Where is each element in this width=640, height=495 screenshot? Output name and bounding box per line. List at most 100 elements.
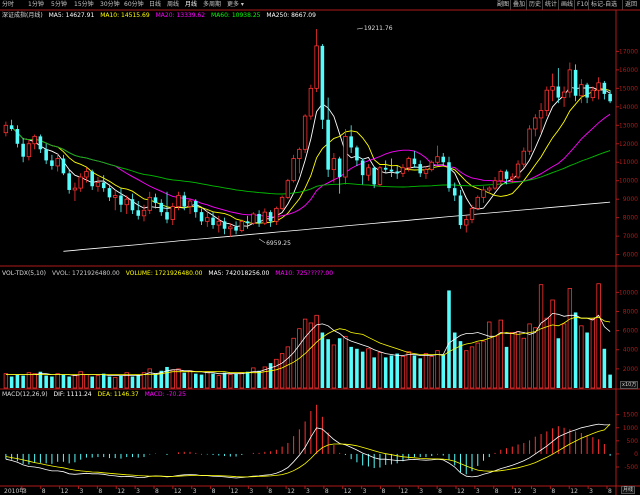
volume-bar bbox=[377, 352, 383, 389]
volume-bar bbox=[147, 368, 152, 389]
price-annotations: 19211.76 6959.25 bbox=[258, 25, 393, 247]
volume-bar bbox=[245, 371, 250, 388]
time-tick-label: 3 bbox=[419, 488, 423, 495]
candle-body bbox=[90, 171, 94, 187]
ma10-label: MA10: 14515.69 bbox=[100, 12, 150, 19]
tab-more[interactable]: 更多 ▾ bbox=[227, 1, 244, 9]
time-tick-label: 3 bbox=[476, 488, 480, 495]
price-tick-label: 8000 bbox=[623, 215, 638, 222]
candle-body bbox=[429, 161, 434, 171]
price-tick-label: 15000 bbox=[619, 85, 638, 92]
candle-body bbox=[279, 196, 285, 209]
tab-15min[interactable]: 15分钟 bbox=[74, 1, 94, 9]
dea-label: DEA: 1146.37 bbox=[97, 391, 139, 398]
tab-weekly[interactable]: 周线 bbox=[167, 1, 179, 9]
candle-body bbox=[326, 119, 330, 170]
candle-body bbox=[55, 158, 60, 167]
tab-multi-period[interactable]: 多周期 bbox=[203, 1, 221, 9]
candle-body bbox=[159, 202, 164, 213]
tab-5min[interactable]: 5分钟 bbox=[51, 1, 67, 9]
volume-bar bbox=[159, 370, 164, 388]
candle-body bbox=[435, 156, 440, 163]
volume-bar bbox=[383, 357, 388, 388]
tab-intraday[interactable]: 分时 bbox=[2, 1, 14, 9]
volume-bar bbox=[331, 344, 337, 389]
volume-bar bbox=[395, 353, 399, 388]
volume-bar bbox=[182, 372, 187, 388]
overlay-button[interactable]: 叠加 bbox=[513, 1, 525, 9]
candle-body bbox=[320, 45, 325, 120]
divider bbox=[558, 0, 559, 10]
tab-daily[interactable]: 日线 bbox=[149, 1, 161, 9]
annotation-pointer bbox=[258, 238, 266, 244]
candle-body bbox=[67, 173, 71, 190]
mark-button[interactable]: 标记 bbox=[591, 1, 603, 9]
volume-bar bbox=[452, 332, 457, 388]
volume-bar bbox=[205, 371, 210, 389]
macd-title[interactable]: MACD(12,26,9) bbox=[2, 391, 48, 398]
candle-body bbox=[187, 200, 193, 207]
dif-line bbox=[5, 423, 611, 479]
volume-bar bbox=[257, 370, 261, 388]
candle-body bbox=[314, 45, 319, 89]
candle-body bbox=[492, 180, 498, 189]
divider bbox=[542, 0, 543, 10]
vol-title[interactable]: VOL-TDX(5,10) bbox=[2, 270, 46, 277]
volume-bar bbox=[239, 372, 245, 389]
ma5-label: MA5: 14627.91 bbox=[48, 12, 95, 19]
time-tick-label: 12 bbox=[117, 488, 125, 495]
volume-bar bbox=[211, 373, 215, 388]
vol-ma5-line bbox=[5, 312, 611, 377]
ma60-line bbox=[11, 126, 611, 195]
history-button[interactable]: 历史 bbox=[529, 1, 541, 9]
volume-bar bbox=[297, 328, 302, 389]
ma250-line bbox=[63, 201, 611, 252]
time-tick-label: 3 bbox=[363, 488, 367, 495]
candle-body bbox=[561, 91, 567, 98]
f10-button[interactable]: F10 bbox=[577, 1, 588, 9]
back-button[interactable]: 返回 bbox=[625, 1, 637, 9]
macd-histogram bbox=[5, 404, 611, 475]
candle-body bbox=[573, 69, 578, 96]
volume-label: VOLUME: 1721926480.00 bbox=[125, 270, 203, 277]
candle-body bbox=[176, 195, 181, 207]
statistics-button[interactable]: 统计 bbox=[545, 1, 557, 9]
tab-30min[interactable]: 30分钟 bbox=[100, 1, 120, 9]
stock-chart[interactable]: 19211.766959.25 600070008000900010000110… bbox=[0, 0, 640, 495]
candle-body bbox=[285, 180, 291, 198]
macd-tick-label: 0 bbox=[634, 451, 638, 458]
volume-bar bbox=[9, 376, 14, 388]
candle-body bbox=[521, 150, 526, 165]
volume-bar bbox=[222, 372, 227, 388]
volume-bar bbox=[124, 372, 129, 389]
time-tick-label: 8 bbox=[382, 488, 386, 495]
annotation-pointer bbox=[356, 27, 363, 30]
tab-1min[interactable]: 1分钟 bbox=[28, 1, 44, 9]
volume-bar bbox=[101, 373, 106, 388]
vol-ma10-label: MA10: 725?????.00 bbox=[275, 270, 334, 277]
time-tick-label: 2010年 bbox=[4, 487, 25, 495]
candle-body bbox=[61, 158, 66, 174]
ma250-line bbox=[63, 201, 611, 252]
subchart-button[interactable]: 副图 bbox=[497, 1, 509, 9]
draw-line-button[interactable]: 画线 bbox=[561, 1, 573, 9]
tab-monthly[interactable]: 月线 bbox=[185, 1, 197, 9]
volume-bar bbox=[268, 363, 273, 388]
main-indicator-legend: 深证成指(月线) MA5: 14627.91 MA10: 14515.69 MA… bbox=[2, 11, 320, 20]
candle-body bbox=[412, 158, 417, 165]
candle-body bbox=[366, 167, 371, 176]
divider bbox=[526, 0, 527, 10]
volume-bar bbox=[435, 350, 440, 389]
remove-watchlist-button[interactable]: -自选 bbox=[603, 1, 617, 9]
chart-frame bbox=[0, 9, 640, 495]
price-tick-label: 7000 bbox=[623, 233, 638, 240]
candle-body bbox=[297, 148, 302, 159]
candle-body bbox=[337, 158, 342, 178]
volume-bar bbox=[130, 376, 135, 388]
volume-bar bbox=[355, 348, 359, 388]
volume-bar bbox=[21, 375, 25, 388]
volume-bar bbox=[423, 353, 429, 389]
candle-body bbox=[257, 213, 261, 224]
time-tick-label: 3 bbox=[249, 488, 253, 495]
tab-60min[interactable]: 60分钟 bbox=[124, 1, 144, 9]
